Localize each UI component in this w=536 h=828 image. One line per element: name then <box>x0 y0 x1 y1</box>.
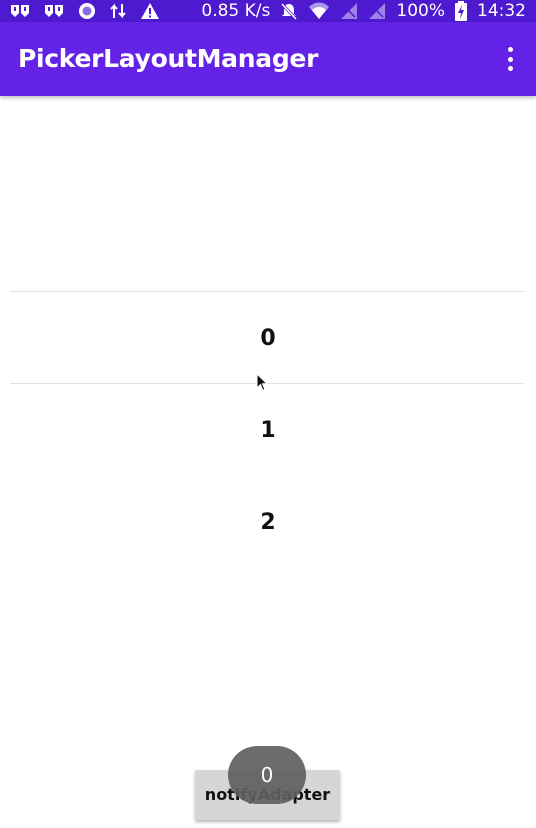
app-notification-icon <box>11 5 29 17</box>
no-signal-icon <box>369 3 386 19</box>
more-vert-icon[interactable] <box>502 47 518 71</box>
app-title: PickerLayoutManager <box>18 44 319 73</box>
data-transfer-icon <box>110 3 126 19</box>
toast-message: 0 <box>228 746 306 804</box>
picker-item[interactable]: 2 <box>0 476 536 568</box>
network-speed: 0.85 K/s <box>201 1 271 21</box>
bell-off-icon <box>281 2 298 20</box>
battery-charging-icon <box>455 1 467 21</box>
picker-item[interactable]: 1 <box>0 384 536 476</box>
picker-list[interactable]: 0 1 2 <box>0 96 536 746</box>
warning-icon <box>141 3 159 19</box>
picker-item-selected[interactable]: 0 <box>0 292 536 384</box>
app-bar: PickerLayoutManager <box>0 22 536 96</box>
no-signal-icon <box>341 3 358 19</box>
app-notification-icon <box>45 5 63 17</box>
status-bar: 0.85 K/s 100% 14:32 <box>0 0 536 22</box>
system-status: 0.85 K/s 100% 14:32 <box>201 0 526 22</box>
notification-icons <box>10 0 160 22</box>
record-icon <box>79 3 95 19</box>
clock: 14:32 <box>477 1 526 21</box>
wifi-icon <box>309 2 330 19</box>
mouse-cursor-icon <box>256 373 269 392</box>
battery-percent: 100% <box>396 1 445 21</box>
